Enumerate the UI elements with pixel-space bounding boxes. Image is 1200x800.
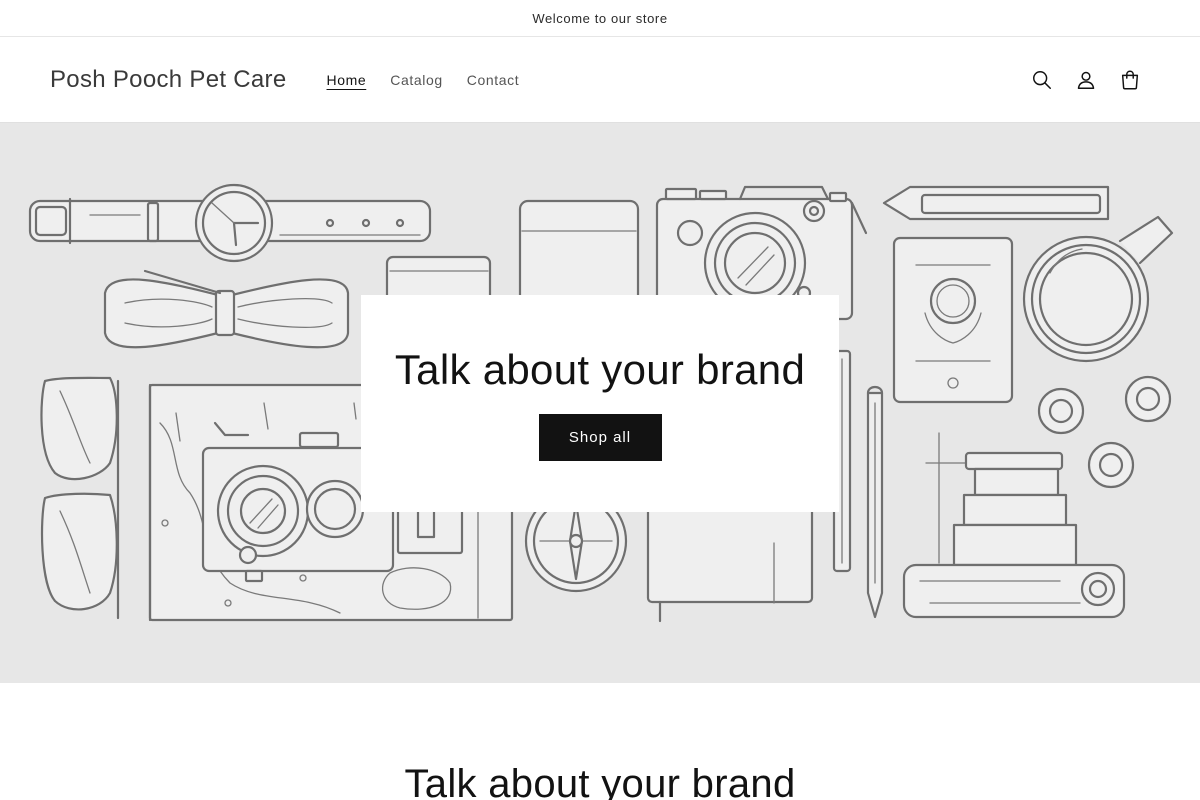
search-icon [1033,70,1051,89]
hero-heading: Talk about your brand [394,346,806,393]
shop-all-button[interactable]: Shop all [538,414,662,461]
bowtie-illustration [103,269,350,349]
section-heading: Talk about your brand [404,762,796,800]
store-logo[interactable]: Posh Pooch Pet Care [50,66,287,94]
watch-illustration [28,183,432,263]
site-header: Posh Pooch Pet Care Home Catalog Contact [0,37,1200,122]
account-button[interactable] [1066,60,1106,100]
nav-contact[interactable]: Contact [455,66,531,94]
magnifier-illustration [1022,215,1174,363]
announcement-bar: Welcome to our store [0,0,1200,37]
brand-section: Talk about your brand [0,683,1200,800]
search-button[interactable] [1022,60,1062,100]
passport-illustration [892,236,1014,404]
nav-home[interactable]: Home [315,66,379,94]
pencil-illustration [866,385,884,619]
hero-banner: Talk about your brand Shop all [0,122,1200,683]
header-icons [1022,60,1150,100]
pen-illustration [882,185,1110,221]
main-nav: Home Catalog Contact [315,66,532,94]
announcement-text: Welcome to our store [532,10,668,26]
account-icon [1077,71,1095,89]
cart-button[interactable] [1110,60,1150,100]
hero-content-box: Talk about your brand Shop all [361,295,839,512]
nav-catalog[interactable]: Catalog [378,66,454,94]
sunglasses-illustration [40,376,120,620]
cart-icon [1121,70,1139,89]
